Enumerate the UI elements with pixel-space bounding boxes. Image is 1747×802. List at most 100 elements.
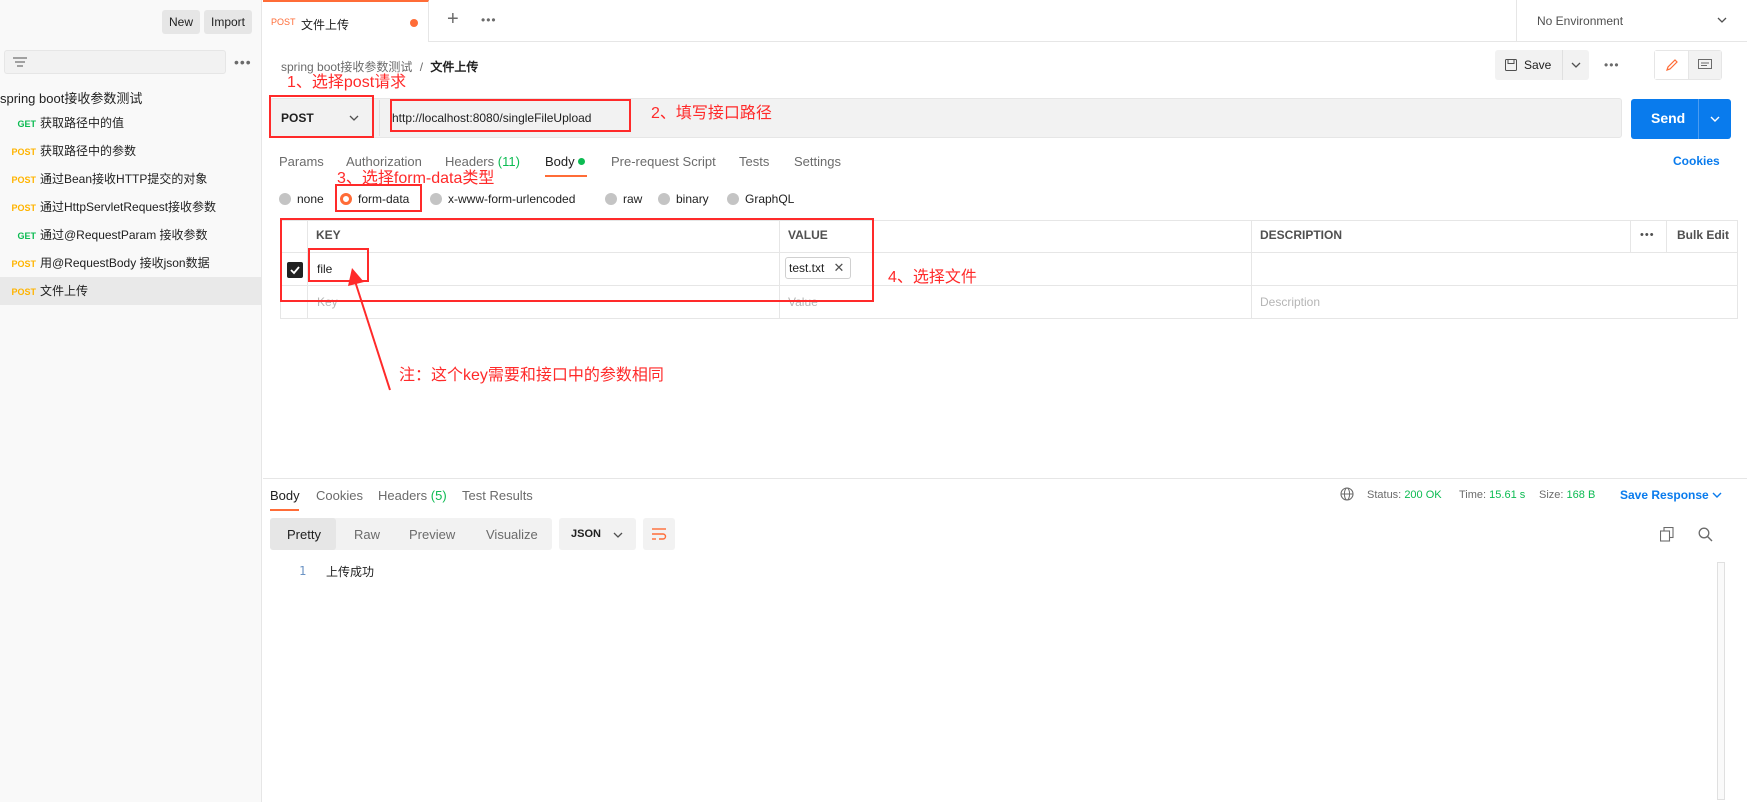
new-button[interactable]: New — [162, 10, 201, 34]
chevron-down-icon — [1717, 17, 1727, 23]
unsaved-dot-icon — [410, 19, 418, 27]
tab-file-upload[interactable]: POST 文件上传 — [263, 0, 429, 42]
search-icon[interactable] — [1698, 527, 1713, 542]
request-more-icon[interactable]: ••• — [1604, 58, 1620, 72]
method-badge: GET — [17, 231, 36, 241]
tab-body-label: Body — [545, 154, 575, 169]
edit-mode-button[interactable] — [1655, 51, 1689, 79]
response-tab-cookies[interactable]: Cookies — [316, 488, 363, 503]
response-tab-test-results[interactable]: Test Results — [462, 488, 533, 503]
tab-bar: POST 文件上传 + ••• No Environment — [263, 0, 1747, 42]
annotation-step3: 3、选择form-data类型 — [337, 170, 495, 187]
response-tab-headers-label: Headers — [378, 488, 428, 503]
view-preview-button[interactable]: Preview — [409, 527, 455, 542]
sidebar-item-get-path-value[interactable]: GET 获取路径中的值 — [0, 109, 261, 137]
table-border — [1737, 220, 1738, 318]
radio-label: raw — [623, 192, 643, 206]
sidebar: New Import ••• spring boot接收参数测试 GET 获取路径… — [0, 0, 262, 802]
view-pretty-button[interactable]: Pretty — [287, 527, 321, 542]
radio-x-www-form-urlencoded[interactable]: x-www-form-urlencoded — [430, 192, 575, 206]
annotation-box-method — [269, 95, 374, 138]
collection-name[interactable]: spring boot接收参数测试 — [0, 88, 142, 107]
filter-icon — [13, 57, 27, 67]
view-raw-button[interactable]: Raw — [354, 527, 380, 542]
save-response-button[interactable]: Save Response — [1620, 488, 1709, 502]
active-tab-indicator — [270, 509, 299, 511]
environment-select[interactable]: No Environment — [1516, 0, 1747, 42]
radio-dot — [605, 193, 617, 205]
radio-dot — [279, 193, 291, 205]
tab-body[interactable]: Body — [545, 154, 586, 169]
sidebar-item-request-body[interactable]: POST 用@RequestBody 接收json数据 — [0, 249, 261, 277]
sidebar-item-label: 通过Bean接收HTTP提交的对象 — [40, 172, 208, 186]
radio-label: x-www-form-urlencoded — [448, 192, 576, 206]
tab-prerequest-script[interactable]: Pre-request Script — [611, 154, 716, 169]
method-badge: POST — [11, 259, 36, 269]
size-value[interactable]: 168 B — [1567, 489, 1596, 501]
send-chevron-down-icon[interactable] — [1710, 116, 1720, 123]
response-tab-headers[interactable]: Headers (5) — [378, 488, 447, 503]
sidebar-item-servlet-request[interactable]: POST 通过HttpServletRequest接收参数 — [0, 193, 261, 221]
radio-label: GraphQL — [745, 192, 795, 206]
radio-label: binary — [676, 192, 709, 206]
view-visualize-button[interactable]: Visualize — [486, 527, 538, 542]
annotation-step2: 2、填写接口路径 — [651, 105, 772, 122]
save-button[interactable]: Save — [1524, 58, 1551, 72]
new-description-input[interactable]: Description — [1260, 295, 1320, 309]
sidebar-item-request-param[interactable]: GET 通过@RequestParam 接收参数 — [0, 221, 261, 249]
time-label: Time: — [1459, 489, 1487, 501]
radio-label: none — [297, 192, 324, 206]
sidebar-item-get-path-params[interactable]: POST 获取路径中的参数 — [0, 137, 261, 165]
sidebar-item-label: 获取路径中的值 — [40, 116, 125, 130]
tab-method: POST — [271, 17, 296, 27]
send-button[interactable]: Send — [1651, 110, 1685, 126]
radio-raw[interactable]: raw — [605, 192, 642, 206]
send-button-group: Send — [1631, 99, 1731, 139]
save-icon — [1505, 59, 1517, 71]
sidebar-item-file-upload[interactable]: POST 文件上传 — [0, 277, 261, 305]
status-value[interactable]: 200 OK — [1404, 489, 1441, 501]
sidebar-item-label: 通过@RequestParam 接收参数 — [40, 228, 208, 242]
sidebar-more-icon[interactable]: ••• — [234, 54, 252, 70]
table-border — [1251, 220, 1252, 318]
method-badge: POST — [11, 287, 36, 297]
response-body-text: 上传成功 — [326, 565, 375, 579]
radio-none[interactable]: none — [279, 192, 324, 206]
status-label: Status: — [1367, 489, 1402, 501]
filter-input[interactable] — [4, 50, 226, 74]
tab-title: 文件上传 — [301, 18, 350, 32]
save-button-group: Save — [1495, 50, 1589, 80]
response-tab-body[interactable]: Body — [270, 488, 300, 503]
format-select[interactable]: JSON — [559, 518, 636, 550]
copy-icon[interactable] — [1660, 527, 1674, 542]
table-more-icon[interactable]: ••• — [1640, 229, 1655, 241]
comment-icon — [1698, 59, 1712, 69]
chevron-down-icon[interactable] — [1712, 492, 1722, 499]
sidebar-item-bean[interactable]: POST 通过Bean接收HTTP提交的对象 — [0, 165, 261, 193]
response-scrollbar[interactable] — [1717, 562, 1725, 800]
bulk-edit-button[interactable]: Bulk Edit — [1677, 228, 1729, 242]
tab-tests[interactable]: Tests — [739, 154, 769, 169]
radio-graphql[interactable]: GraphQL — [727, 192, 794, 206]
import-button[interactable]: Import — [204, 10, 253, 34]
wrap-lines-button[interactable] — [643, 518, 675, 550]
save-chevron-down-icon[interactable] — [1571, 62, 1581, 69]
sidebar-item-label: 文件上传 — [40, 284, 89, 298]
active-tab-indicator — [545, 175, 587, 177]
time-value[interactable]: 15.61 s — [1489, 489, 1525, 501]
tab-headers-count: (11) — [497, 154, 520, 169]
radio-dot — [430, 193, 442, 205]
cookies-link[interactable]: Cookies — [1673, 154, 1720, 168]
globe-icon[interactable] — [1340, 487, 1354, 501]
table-border — [1630, 220, 1631, 252]
environment-label: No Environment — [1537, 14, 1624, 28]
view-mode-group: Pretty Raw Preview Visualize — [270, 518, 552, 550]
tab-more-icon[interactable]: ••• — [481, 13, 497, 27]
wrap-icon — [652, 528, 667, 540]
add-tab-button[interactable]: + — [447, 8, 459, 31]
docs-mode-button[interactable] — [1689, 51, 1721, 79]
tab-settings[interactable]: Settings — [794, 154, 841, 169]
status-readout: Status: 200 OK — [1367, 489, 1442, 501]
radio-binary[interactable]: binary — [658, 192, 709, 206]
tab-params[interactable]: Params — [279, 154, 324, 169]
